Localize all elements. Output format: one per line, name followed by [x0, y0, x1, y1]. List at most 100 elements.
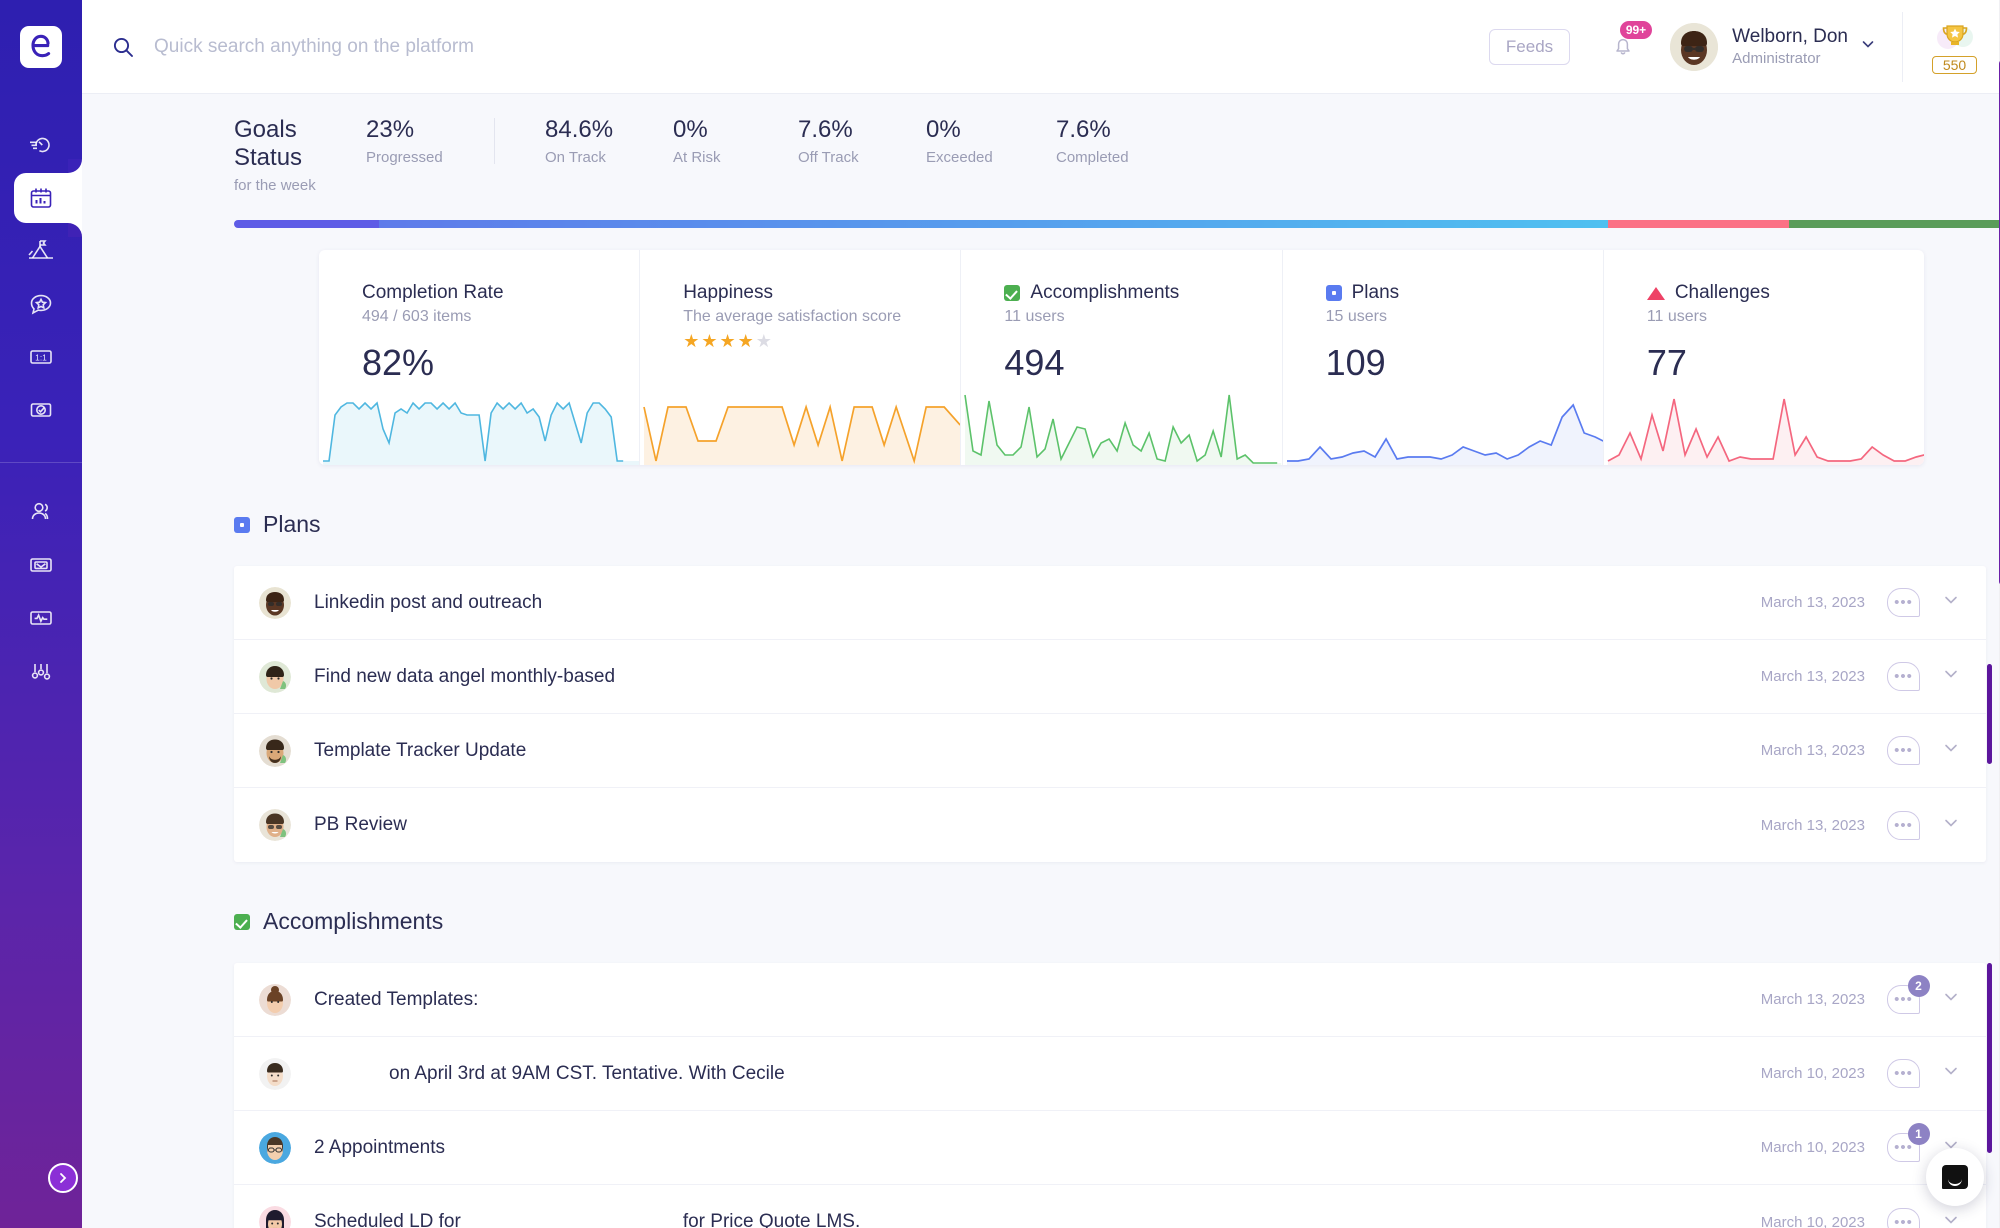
- goal-stat-value: 0%: [673, 116, 708, 143]
- goals-subtitle: for the week: [234, 177, 316, 194]
- sidebar-item-one-on-one[interactable]: 1:1: [0, 330, 82, 383]
- metric-card-plans[interactable]: Plans 15 users 109: [1283, 250, 1604, 465]
- left-sidebar: 1:1: [0, 0, 82, 1228]
- metric-card-accomplishments[interactable]: Accomplishments 11 users 494: [961, 250, 1283, 465]
- one-on-one-icon: 1:1: [30, 349, 52, 364]
- row-expand-button[interactable]: [1942, 591, 1960, 614]
- row-title: PB Review: [314, 814, 407, 835]
- card-value: 494: [1004, 342, 1065, 383]
- search-icon[interactable]: [106, 30, 140, 64]
- dot-square-icon: [1325, 285, 1342, 301]
- table-row[interactable]: Linkedin post and outreach March 13, 202…: [234, 566, 1986, 640]
- star-filled: ★: [719, 331, 738, 351]
- section-header-accomplishments: Accomplishments: [234, 908, 2000, 935]
- sidebar-item-pulse[interactable]: [0, 591, 82, 644]
- comment-dots-icon[interactable]: •••: [1887, 1207, 1920, 1228]
- progress-segment-on-track: [234, 220, 379, 228]
- inbox-icon: [30, 557, 52, 572]
- card-subtitle: 15 users: [1325, 308, 1387, 325]
- comment-dots-icon[interactable]: •••: [1887, 662, 1920, 691]
- logo-glyph: [31, 34, 51, 58]
- table-row[interactable]: Created Templates: March 13, 2023 ••• 2: [234, 963, 1986, 1037]
- table-row[interactable]: Template Tracker Update March 13, 2023 •…: [234, 714, 1986, 788]
- table-row[interactable]: 2 Appointments March 10, 2023 ••• 1: [234, 1111, 1986, 1185]
- chat-bubble-icon: [1942, 1165, 1968, 1189]
- sidebar-nav: 1:1: [0, 118, 82, 697]
- comment-count-badge: 1: [1908, 1123, 1930, 1145]
- comment-dots-icon[interactable]: •••: [1887, 736, 1920, 765]
- comment-dots-icon[interactable]: •••: [1887, 810, 1920, 840]
- comment-dots-icon[interactable]: •••: [1887, 1059, 1920, 1088]
- sidebar-item-goals[interactable]: [0, 224, 82, 277]
- avatar: [259, 1206, 291, 1228]
- avatar[interactable]: [1670, 22, 1719, 71]
- metric-card-completion-rate[interactable]: Completion Rate 494 / 603 items 82%: [319, 250, 641, 465]
- metric-card-happiness[interactable]: Happiness The average satisfaction score…: [640, 250, 962, 465]
- row-title: Created Templates:: [314, 988, 479, 1010]
- metric-card-challenges[interactable]: Challenges 11 users 77: [1604, 250, 1924, 465]
- table-row[interactable]: Scheduled LD for for Price Quote LMS. Mar…: [234, 1185, 1986, 1228]
- section-title: Accomplishments: [263, 908, 444, 934]
- row-title-part2: for Price Quote LMS.: [682, 1211, 861, 1228]
- sidebar-item-settings[interactable]: [0, 644, 82, 697]
- search-area: [82, 30, 1489, 64]
- notification-badge: 99+: [1619, 20, 1653, 39]
- row-expand-button[interactable]: [1942, 665, 1960, 688]
- comment-dots-icon[interactable]: ••• 2: [1887, 975, 1930, 1014]
- table-row[interactable]: PB Review March 13, 2023 •••: [234, 788, 1986, 862]
- progress-segment-completed: [1789, 220, 2000, 228]
- card-subtitle: The average satisfaction score: [683, 308, 902, 325]
- row-expand-button[interactable]: [1942, 739, 1960, 762]
- card-title: Challenges: [1646, 282, 1924, 304]
- platform-logo[interactable]: [20, 26, 62, 68]
- trophy-icon: [1936, 24, 1973, 49]
- chevron-down-icon: [1945, 596, 1957, 604]
- triangle-icon: [1646, 286, 1665, 300]
- chat-widget-button[interactable]: [1926, 1148, 1984, 1206]
- check-square-icon: [1004, 285, 1021, 301]
- points-widget[interactable]: 550: [1902, 11, 1980, 82]
- sparkline-plans: [1286, 403, 1603, 465]
- goal-stat-exceeded: 0% Exceeded: [926, 116, 1056, 166]
- goals-title-block: Goals Status for the week: [234, 116, 366, 194]
- sidebar-item-inbox[interactable]: [0, 538, 82, 591]
- accomplishments-list: Created Templates: March 13, 2023 ••• 2: [234, 963, 1992, 1228]
- row-expand-button[interactable]: [1942, 814, 1960, 837]
- sparkline-completion-rate: [323, 401, 640, 465]
- speedometer-icon: [30, 137, 50, 152]
- row-date: March 10, 2023: [1760, 1065, 1865, 1082]
- sidebar-item-recognition[interactable]: [0, 277, 82, 330]
- goal-stat-value: 7.6%: [798, 116, 853, 143]
- user-info[interactable]: Welborn, Don Administrator: [1732, 24, 1848, 70]
- sidebar-item-reports[interactable]: [0, 159, 82, 237]
- plans-scrollbar[interactable]: [1987, 664, 1992, 764]
- goal-stat-label: Progressed: [366, 149, 443, 166]
- comment-dots-icon[interactable]: ••• 1: [1887, 1123, 1930, 1162]
- row-expand-button[interactable]: [1942, 1211, 1960, 1228]
- card-title: Accomplishments: [1004, 282, 1281, 304]
- row-date: March 13, 2023: [1760, 594, 1865, 611]
- sidebar-item-tasks[interactable]: [0, 383, 82, 436]
- feeds-button[interactable]: Feeds: [1488, 28, 1571, 65]
- accomplishments-scrollbar[interactable]: [1987, 963, 1992, 1153]
- goals-progress-bar: [234, 220, 2000, 228]
- progress-segment-off-track: [1608, 220, 1790, 228]
- card-value: 82%: [362, 342, 435, 383]
- task-check-icon: [30, 402, 52, 417]
- goals-divider: [494, 118, 495, 164]
- user-role: Administrator: [1732, 50, 1821, 68]
- search-input[interactable]: [154, 35, 774, 58]
- avatar: [259, 983, 291, 1016]
- row-expand-button[interactable]: [1942, 988, 1960, 1011]
- card-title-text: Plans: [1351, 282, 1400, 303]
- row-expand-button[interactable]: [1942, 1062, 1960, 1085]
- sparkline-challenges: [1607, 398, 1924, 465]
- table-row[interactable]: Find new data angel monthly-based March …: [234, 640, 1986, 714]
- sidebar-item-people[interactable]: [0, 485, 82, 538]
- notifications-button[interactable]: 99+: [1608, 20, 1653, 63]
- avatar: [259, 809, 291, 841]
- table-row[interactable]: on April 3rd at 9AM CST. Tentative. With…: [234, 1037, 1986, 1111]
- sidebar-collapse-button[interactable]: [48, 1163, 78, 1193]
- comment-dots-icon[interactable]: •••: [1887, 588, 1920, 617]
- user-menu-chevron[interactable]: [1860, 36, 1876, 57]
